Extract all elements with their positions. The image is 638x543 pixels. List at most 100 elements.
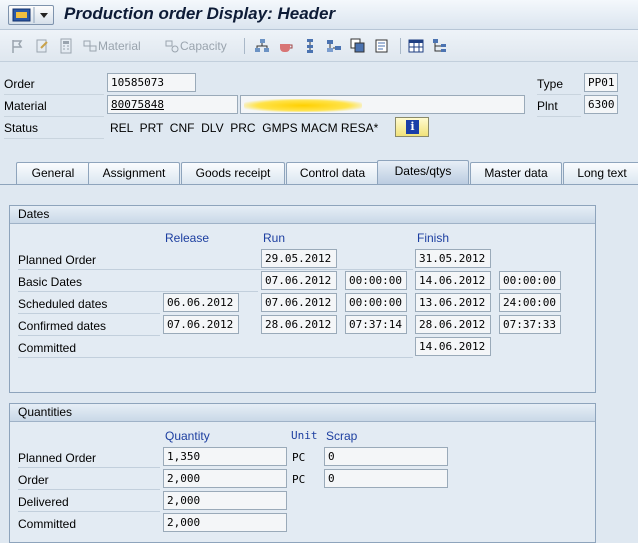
type-label-underline	[537, 94, 581, 95]
run-date-field[interactable]: 07.06.2012	[261, 271, 337, 290]
unit-value: PC	[292, 451, 306, 464]
dates-row-label: Scheduled dates	[18, 297, 108, 311]
capacity-icon	[165, 40, 179, 53]
run-date-field[interactable]: 29.05.2012	[261, 249, 337, 268]
quantity-column-header: Quantity	[165, 429, 210, 443]
quantities-group-title: Quantities	[10, 404, 595, 422]
tab-long-text[interactable]: Long text	[563, 162, 638, 184]
release-date-field[interactable]: 07.06.2012	[163, 315, 239, 334]
material-field[interactable]: 80075848	[107, 95, 238, 114]
run-date-field[interactable]: 28.06.2012	[261, 315, 337, 334]
system-menu-button[interactable]	[8, 5, 54, 25]
calculator-icon[interactable]	[58, 37, 74, 55]
plant-label: Plnt	[537, 99, 558, 113]
table-grid-icon[interactable]	[408, 37, 424, 55]
row-divider	[18, 511, 160, 512]
run-time-field[interactable]: 00:00:00	[345, 293, 407, 312]
plant-label-underline	[537, 116, 581, 117]
unit-value: PC	[292, 473, 306, 486]
tab-assignment[interactable]: Assignment	[88, 162, 180, 184]
order-label: Order	[4, 77, 35, 91]
document-icon[interactable]	[374, 37, 390, 55]
release-column-header: Release	[165, 231, 210, 245]
status-label-underline	[4, 138, 104, 139]
material-button[interactable]: Material	[82, 37, 141, 55]
dates-row-label: Confirmed dates	[18, 319, 107, 333]
release-date-field[interactable]: 06.06.2012	[163, 293, 239, 312]
title-bar: Production order Display: Header	[0, 0, 638, 30]
scrap-column-header: Scrap	[326, 429, 358, 443]
scrap-field[interactable]: 0	[324, 447, 448, 466]
capacity-button[interactable]: Capacity	[164, 37, 227, 55]
quantity-field[interactable]: 1,350	[163, 447, 287, 466]
finish-date-field[interactable]: 28.06.2012	[415, 315, 491, 334]
toolbar-separator	[244, 38, 245, 54]
finish-date-field[interactable]: 14.06.2012	[415, 271, 491, 290]
row-divider	[18, 291, 258, 292]
cup-icon[interactable]	[278, 37, 294, 55]
redacted-material-description	[244, 99, 362, 112]
row-divider	[18, 269, 413, 270]
tab-dates-qtys[interactable]: Dates/qtys	[377, 160, 469, 185]
copy-icon[interactable]	[350, 37, 366, 55]
status-info-button[interactable]: i	[395, 117, 429, 137]
quantity-field[interactable]: 2,000	[163, 491, 287, 510]
finish-date-field[interactable]: 31.05.2012	[415, 249, 491, 268]
dates-group-title: Dates	[10, 206, 595, 224]
tab-master-data[interactable]: Master data	[470, 162, 562, 184]
order-field[interactable]: 10585073	[107, 73, 196, 92]
quantity-field[interactable]: 2,000	[163, 469, 287, 488]
run-column-header: Run	[263, 231, 286, 245]
flag-icon[interactable]	[10, 37, 26, 55]
finish-date-field[interactable]: 13.06.2012	[415, 293, 491, 312]
dates-row-label: Basic Dates	[18, 275, 83, 289]
row-divider	[18, 357, 413, 358]
quantity-row-label: Committed	[18, 517, 77, 531]
type-field[interactable]: PP01	[584, 73, 618, 92]
tab-goods-receipt[interactable]: Goods receipt	[181, 162, 285, 184]
run-date-field[interactable]: 07.06.2012	[261, 293, 337, 312]
finish-date-field[interactable]: 14.06.2012	[415, 337, 491, 356]
finish-time-field[interactable]: 24:00:00	[499, 293, 561, 312]
quantity-row-label: Order	[18, 473, 49, 487]
edit-document-icon[interactable]	[34, 37, 50, 55]
hierarchy-icon[interactable]	[254, 37, 270, 55]
tab-general[interactable]: General	[16, 162, 90, 184]
page-title: Production order Display: Header	[64, 4, 336, 23]
tree-icon[interactable]	[432, 37, 448, 55]
run-time-field[interactable]: 00:00:00	[345, 271, 407, 290]
system-menu-icon	[12, 7, 48, 23]
status-label: Status	[4, 121, 39, 135]
status-value: REL PRT CNF DLV PRC GMPS MACM RESA*	[110, 121, 379, 135]
structure-icon[interactable]	[326, 37, 342, 55]
material-button-label: Material	[98, 39, 141, 53]
plant-field[interactable]: 6300	[584, 95, 618, 114]
run-time-field[interactable]: 07:37:14	[345, 315, 407, 334]
application-toolbar: Material Capacity	[0, 30, 638, 62]
dates-row-label: Planned Order	[18, 253, 97, 267]
network-icon[interactable]	[302, 37, 318, 55]
row-divider	[18, 467, 160, 468]
dates-row-label: Committed	[18, 341, 77, 355]
finish-time-field[interactable]: 00:00:00	[499, 271, 561, 290]
toolbar-separator	[400, 38, 401, 54]
scrap-field[interactable]: 0	[324, 469, 448, 488]
quantity-field[interactable]: 2,000	[163, 513, 287, 532]
finish-time-field[interactable]: 07:37:33	[499, 315, 561, 334]
tab-strip: General Assignment Goods receipt Control…	[0, 160, 638, 185]
unit-column-header: Unit	[291, 429, 318, 442]
row-divider	[18, 313, 160, 314]
info-icon: i	[406, 120, 419, 134]
row-divider	[18, 335, 160, 336]
capacity-button-label: Capacity	[180, 39, 227, 53]
order-label-underline	[4, 94, 104, 95]
material-icon	[83, 40, 97, 52]
tab-control-data[interactable]: Control data	[286, 162, 379, 184]
material-label: Material	[4, 99, 47, 113]
quantity-row-label: Planned Order	[18, 451, 97, 465]
row-divider	[18, 489, 160, 490]
material-label-underline	[4, 116, 104, 117]
finish-column-header: Finish	[417, 231, 450, 245]
quantity-row-label: Delivered	[18, 495, 69, 509]
type-label: Type	[537, 77, 564, 91]
